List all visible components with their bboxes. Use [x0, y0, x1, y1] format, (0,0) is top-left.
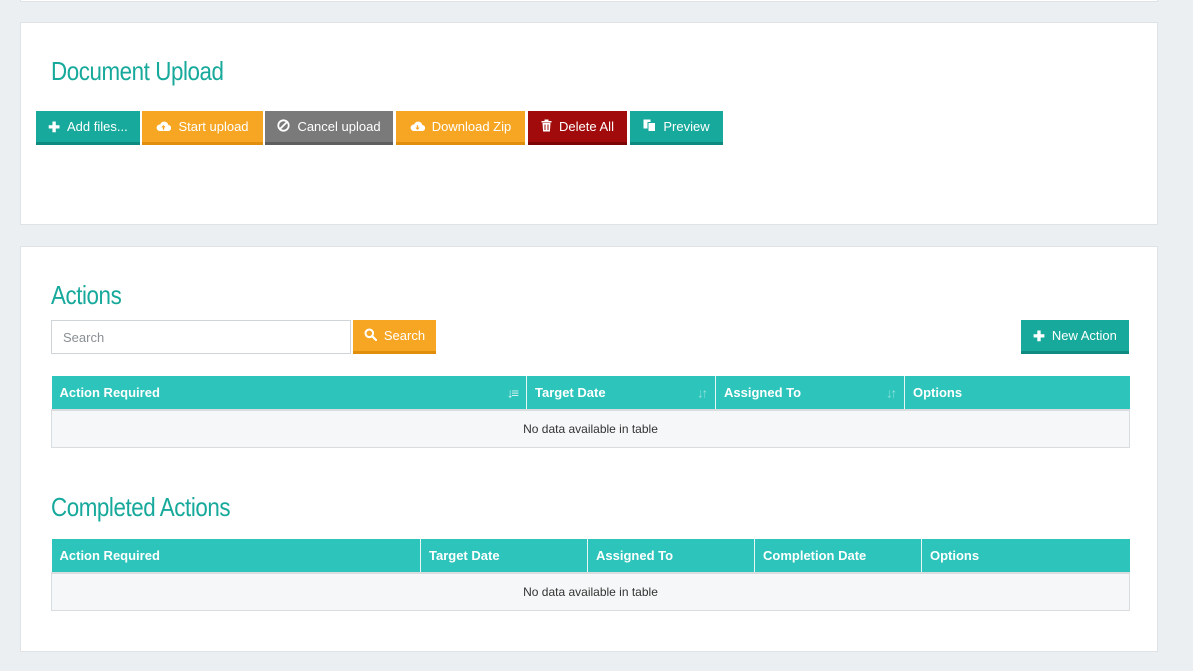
sort-icon: ↓↑: [697, 385, 708, 400]
column-header-assigned-to: Assigned To: [587, 539, 755, 574]
search-button[interactable]: Search: [353, 320, 436, 354]
start-upload-button[interactable]: Start upload: [142, 111, 263, 145]
plus-icon: ✚: [1033, 327, 1045, 344]
actions-table: Action Required ↓≡ Target Date ↓↑ Assign…: [51, 376, 1130, 448]
actions-panel: Actions Search ✚ New Action Action Requi…: [20, 246, 1158, 652]
trash-icon: [541, 119, 552, 134]
preview-button[interactable]: Preview: [630, 111, 723, 145]
sort-icon: ↓↑: [886, 385, 897, 400]
document-upload-title: Document Upload: [51, 56, 224, 86]
add-files-button[interactable]: ✚ Add files...: [36, 111, 140, 145]
search-input[interactable]: [51, 320, 351, 354]
document-upload-panel: Document Upload ✚ Add files... Start upl…: [20, 22, 1158, 225]
sort-amount-icon: ↓≡: [506, 385, 519, 400]
column-header-options: Options: [904, 376, 1130, 411]
actions-title: Actions: [51, 280, 122, 310]
column-header-target-date: Target Date: [420, 539, 588, 574]
empty-table-message: No data available in table: [51, 573, 1130, 611]
table-header-row: Action Required Target Date Assigned To …: [51, 539, 1130, 574]
table-header-row: Action Required ↓≡ Target Date ↓↑ Assign…: [51, 376, 1130, 411]
ban-icon: [277, 119, 291, 134]
search-icon: [364, 328, 377, 343]
cancel-upload-button[interactable]: Cancel upload: [265, 111, 393, 145]
copy-icon: [643, 119, 657, 134]
column-header-target-date[interactable]: Target Date ↓↑: [526, 376, 716, 411]
download-zip-button[interactable]: Download Zip: [396, 111, 525, 145]
column-header-options: Options: [921, 539, 1130, 574]
delete-all-button[interactable]: Delete All: [528, 111, 627, 145]
column-header-action-required[interactable]: Action Required ↓≡: [51, 376, 527, 411]
new-action-button[interactable]: ✚ New Action: [1021, 320, 1129, 354]
empty-table-message: No data available in table: [51, 410, 1130, 448]
plus-icon: ✚: [48, 118, 61, 135]
completed-actions-title: Completed Actions: [51, 492, 231, 522]
completed-actions-table: Action Required Target Date Assigned To …: [51, 539, 1130, 611]
previous-panel: [20, 0, 1158, 2]
column-header-action-required: Action Required: [51, 539, 421, 574]
column-header-assigned-to[interactable]: Assigned To ↓↑: [715, 376, 905, 411]
cloud-upload-icon: [156, 120, 172, 134]
table-row: No data available in table: [51, 410, 1130, 448]
column-header-completion-date: Completion Date: [754, 539, 922, 574]
table-row: No data available in table: [51, 573, 1130, 611]
cloud-download-icon: [410, 120, 425, 134]
